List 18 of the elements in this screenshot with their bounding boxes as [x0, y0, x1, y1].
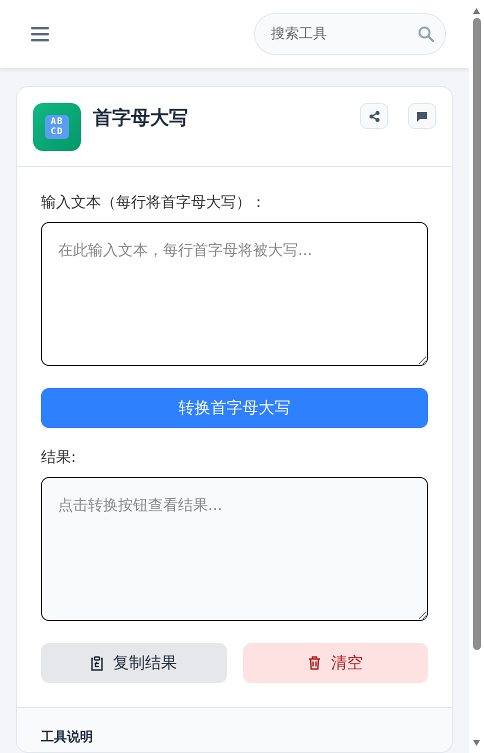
copy-button[interactable]: 复制结果: [41, 643, 226, 683]
share-button[interactable]: [360, 103, 388, 129]
convert-button[interactable]: 转换首字母大写: [41, 388, 428, 428]
search-field[interactable]: 搜索工具: [254, 13, 446, 55]
comment-button[interactable]: [408, 103, 436, 129]
result-field[interactable]: 点击转换按钮查看结果...: [41, 477, 428, 621]
clipboard-icon: [90, 656, 103, 670]
app-icon: AB CD: [33, 103, 81, 151]
menu-icon[interactable]: [31, 26, 49, 42]
tool-title: 首字母大写: [93, 106, 189, 131]
input-field[interactable]: 在此输入文本，每行首字母将被大写...: [41, 222, 428, 366]
clear-button[interactable]: 清空: [242, 643, 428, 683]
section-heading: 工具说明: [41, 730, 93, 745]
result-label: 结果:: [41, 448, 78, 467]
comment-icon: [416, 110, 428, 122]
share-icon: [368, 110, 380, 122]
input-label: 输入文本（每行将首字母大写）：: [41, 193, 267, 212]
trash-icon: [308, 656, 321, 670]
